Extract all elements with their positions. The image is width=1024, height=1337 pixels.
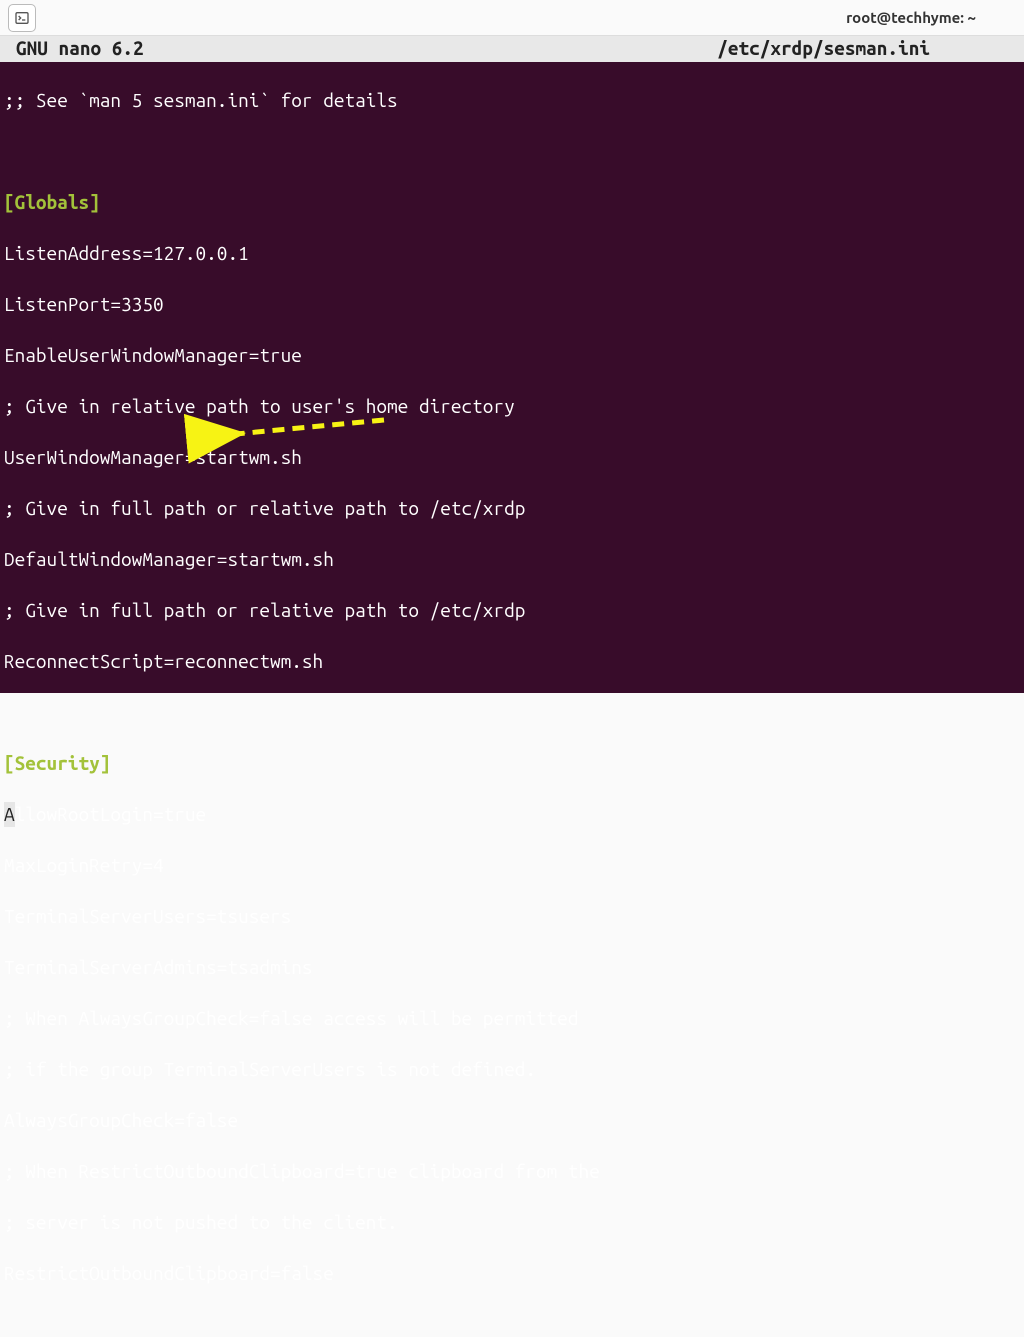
empty-line xyxy=(4,700,1024,726)
config-line: EnableUserWindowManager=true xyxy=(4,343,1024,369)
terminal-editor-area[interactable]: GNU nano 6.2 /etc/xrdp/sesman.ini ;; See… xyxy=(0,36,1024,693)
window-title: root@techhyme: ~ xyxy=(36,9,1016,26)
config-line: ; if the group TerminalServerUsers is no… xyxy=(4,1057,1024,1083)
config-line: ReconnectScript=reconnectwm.sh xyxy=(4,649,1024,675)
config-line-cursor: AllowRootLogin=true xyxy=(4,802,1024,828)
config-line: DefaultWindowManager=startwm.sh xyxy=(4,547,1024,573)
window-titlebar: root@techhyme: ~ xyxy=(0,0,1024,36)
config-line: TerminalServerUsers=tsusers xyxy=(4,904,1024,930)
section-header-globals: [Globals] xyxy=(4,190,1024,216)
config-line: ; When RestrictOutboundClipboard=true cl… xyxy=(4,1159,1024,1185)
config-line: ; When AlwaysGroupCheck=false access wil… xyxy=(4,1006,1024,1032)
nano-header-bar: GNU nano 6.2 /etc/xrdp/sesman.ini xyxy=(0,36,1024,62)
config-line: ; Give in full path or relative path to … xyxy=(4,598,1024,624)
config-line: AlwaysGroupCheck=false xyxy=(4,1108,1024,1134)
nano-app-name: GNU nano 6.2 xyxy=(4,36,144,62)
config-text: llowRootLogin=true xyxy=(15,803,207,825)
config-line: ;; See `man 5 sesman.ini` for details xyxy=(4,88,1024,114)
nano-file-path: /etc/xrdp/sesman.ini xyxy=(717,36,1020,62)
config-line: ListenPort=3350 xyxy=(4,292,1024,318)
section-header-security: [Security] xyxy=(4,751,1024,777)
config-line: ; server is not pushed to the client. xyxy=(4,1210,1024,1236)
config-line: MaxLoginRetry=4 xyxy=(4,853,1024,879)
text-cursor: A xyxy=(4,802,15,828)
empty-line xyxy=(4,139,1024,165)
config-line: RestrictOutboundClipboard=false xyxy=(4,1261,1024,1287)
config-line: ListenAddress=127.0.0.1 xyxy=(4,241,1024,267)
file-content: ;; See `man 5 sesman.ini` for details [G… xyxy=(0,62,1024,1337)
config-line: TerminalServerAdmins=tsadmins xyxy=(4,955,1024,981)
terminal-icon[interactable] xyxy=(8,4,36,32)
config-line: UserWindowManager=startwm.sh xyxy=(4,445,1024,471)
config-line: ; Give in full path or relative path to … xyxy=(4,496,1024,522)
config-line: ; Give in relative path to user's home d… xyxy=(4,394,1024,420)
